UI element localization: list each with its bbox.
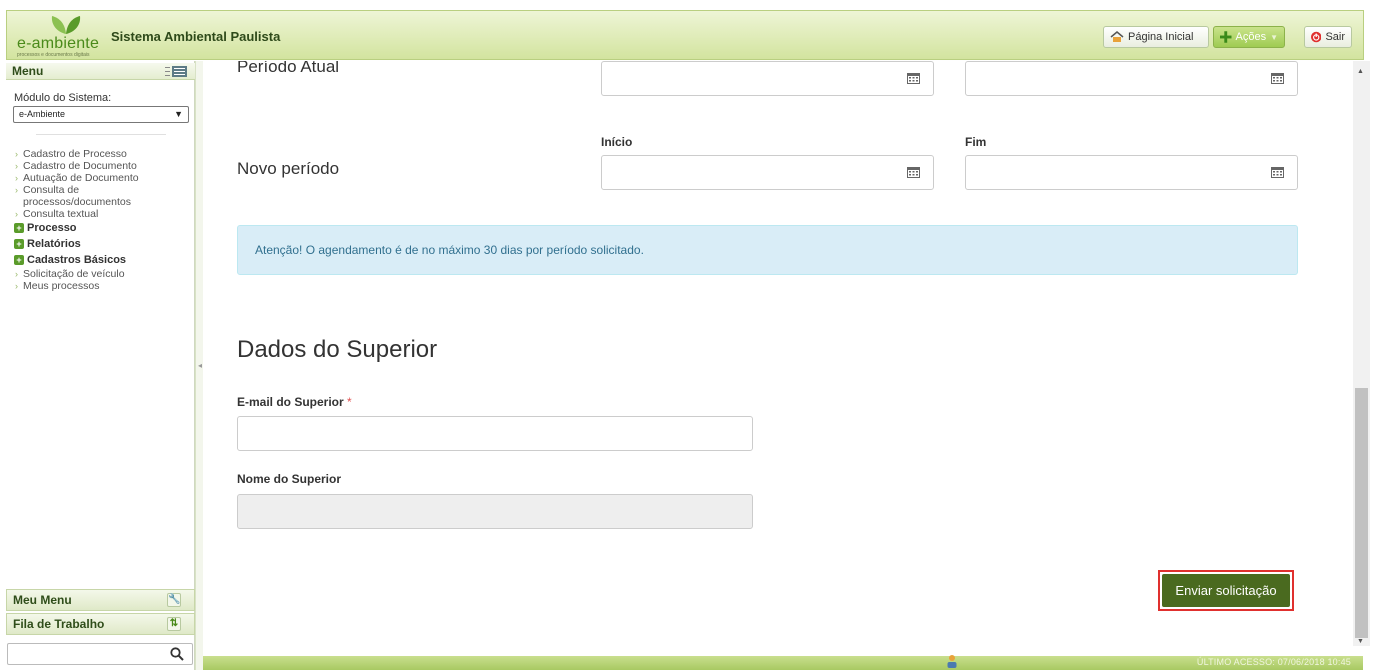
periodo-atual-inicio-input[interactable] (601, 61, 934, 96)
sidebar-item-cadastro-documento[interactable]: Cadastro de Documento (14, 160, 194, 172)
app-title: Sistema Ambiental Paulista (111, 29, 281, 44)
expand-icon: + (14, 223, 24, 233)
menu-header[interactable]: Menu (6, 63, 195, 80)
novo-periodo-inicio-input[interactable] (601, 155, 934, 190)
fim-label: Fim (965, 135, 987, 149)
logo-text: e-ambiente (17, 35, 100, 52)
novo-periodo-fim-input[interactable] (965, 155, 1298, 190)
scroll-thumb[interactable] (1355, 388, 1368, 638)
sair-button-label: Sair (1325, 31, 1345, 43)
submit-highlight: Enviar solicitação (1158, 570, 1294, 611)
fila-trabalho-panel[interactable]: Fila de Trabalho ⇅ (6, 613, 195, 635)
periodo-atual-fim-input[interactable] (965, 61, 1298, 96)
search-icon[interactable] (170, 647, 184, 661)
sidebar-group-processo[interactable]: + Processo (14, 220, 194, 236)
info-alert: Atenção! O agendamento é de no máximo 30… (237, 225, 1298, 275)
acoes-button-label: Ações (1235, 31, 1267, 43)
menu-label: Menu (12, 64, 44, 78)
sidebar-nav: Cadastro de Processo Cadastro de Documen… (14, 148, 194, 292)
periodo-atual-label: Período Atual (237, 61, 340, 76)
sidebar-group-label: Cadastros Básicos (27, 254, 127, 266)
sidebar-splitter[interactable]: ◂ (195, 61, 203, 670)
calendar-icon[interactable] (907, 72, 920, 84)
sidebar-item-consulta-textual[interactable]: Consulta textual (14, 208, 194, 220)
logo-subtext: processos e documentos digitais (17, 52, 90, 58)
refresh-icon[interactable]: ⇅ (167, 617, 181, 631)
module-select[interactable]: e-Ambiente ▼ (13, 106, 189, 123)
module-select-value: e-Ambiente (19, 109, 66, 119)
meu-menu-panel[interactable]: Meu Menu 🔧 (6, 589, 195, 611)
calendar-icon[interactable] (907, 166, 920, 178)
sidebar-item-solicitacao-veiculo[interactable]: Solicitação de veículo (14, 268, 194, 280)
fila-trabalho-label: Fila de Trabalho (13, 617, 105, 631)
app-header: e-ambiente processos e documentos digita… (6, 10, 1364, 60)
main-scrollbar[interactable]: ▲ ▼ (1353, 61, 1370, 646)
enviar-solicitacao-button[interactable]: Enviar solicitação (1162, 574, 1290, 607)
calendar-icon[interactable] (1271, 166, 1284, 178)
email-superior-label-text: E-mail do Superior (237, 395, 344, 409)
email-superior-label: E-mail do Superior * (237, 395, 352, 409)
list-view-icon[interactable] (165, 66, 187, 77)
wrench-icon[interactable]: 🔧 (167, 593, 181, 607)
module-label: Módulo do Sistema: (14, 92, 112, 104)
sidebar-item-autuacao-documento[interactable]: Autuação de Documento (14, 172, 194, 184)
logo[interactable]: e-ambiente processos e documentos digita… (15, 15, 113, 58)
sidebar: Menu Módulo do Sistema: e-Ambiente ▼ Cad… (6, 61, 195, 670)
sidebar-search[interactable] (7, 643, 193, 665)
sidebar-group-cadastros-basicos[interactable]: + Cadastros Básicos (14, 252, 194, 268)
power-icon (1311, 31, 1322, 43)
home-button-label: Página Inicial (1128, 31, 1194, 43)
chevron-down-icon: ▼ (1270, 32, 1278, 42)
chevron-down-icon: ▼ (174, 109, 183, 119)
user-icon[interactable] (946, 654, 958, 668)
last-access-text: ÚLTIMO ACESSO: 07/06/2018 10:45 (1196, 657, 1351, 667)
nome-superior-label: Nome do Superior (237, 472, 342, 486)
required-mark: * (347, 395, 352, 409)
sair-button[interactable]: Sair (1304, 26, 1352, 48)
acoes-button[interactable]: Ações ▼ (1213, 26, 1285, 48)
home-button[interactable]: Página Inicial (1103, 26, 1209, 48)
main-content: Período Atual Início Fim Novo período At… (203, 61, 1353, 646)
sidebar-item-consulta[interactable]: Consulta de processos/documentos (14, 184, 154, 208)
sidebar-group-label: Processo (27, 222, 77, 234)
home-icon (1110, 31, 1124, 42)
meu-menu-label: Meu Menu (13, 593, 72, 607)
sidebar-item-cadastro-processo[interactable]: Cadastro de Processo (14, 148, 194, 160)
divider (36, 134, 166, 135)
leaf-icon (51, 16, 81, 34)
sidebar-group-label: Relatórios (27, 238, 81, 250)
nome-superior-input (237, 494, 753, 529)
plus-icon (1220, 31, 1232, 43)
sidebar-group-relatorios[interactable]: + Relatórios (14, 236, 194, 252)
scroll-up-icon[interactable]: ▲ (1357, 68, 1364, 75)
status-bar: ÚLTIMO ACESSO: 07/06/2018 10:45 (203, 654, 1363, 670)
novo-periodo-label: Novo período (237, 159, 340, 178)
chevron-left-icon: ◂ (198, 361, 203, 370)
expand-icon: + (14, 239, 24, 249)
email-superior-input[interactable] (237, 416, 753, 451)
section-title-superior: Dados do Superior (237, 336, 438, 363)
sidebar-item-meus-processos[interactable]: Meus processos (14, 280, 194, 292)
scroll-down-icon[interactable]: ▼ (1357, 638, 1364, 645)
expand-icon: + (14, 255, 24, 265)
calendar-icon[interactable] (1271, 72, 1284, 84)
inicio-label: Início (601, 135, 633, 149)
